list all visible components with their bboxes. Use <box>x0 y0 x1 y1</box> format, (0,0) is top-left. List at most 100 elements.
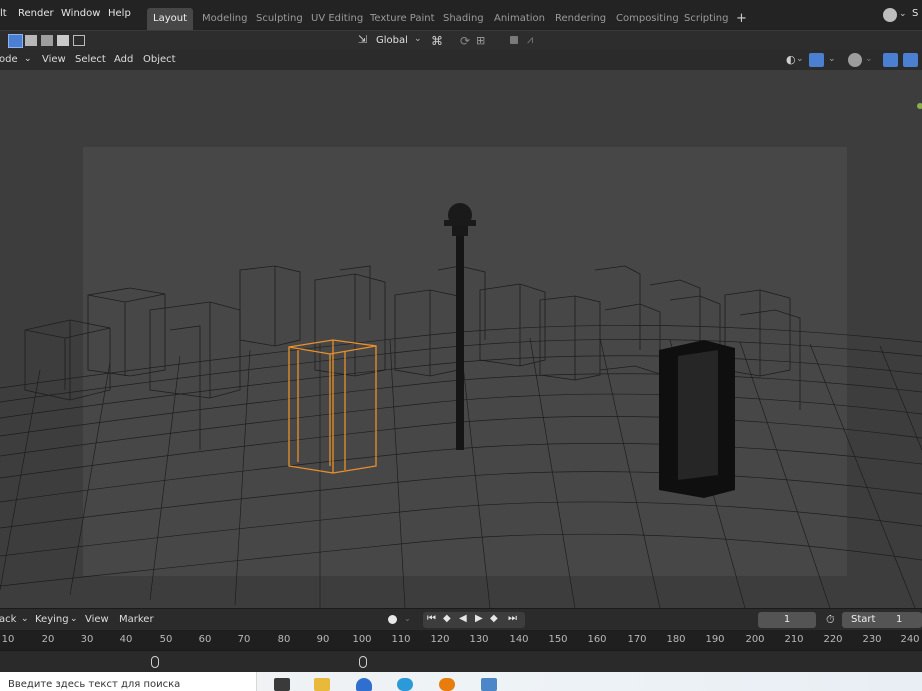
start-frame-value: 1 <box>896 614 903 625</box>
file-explorer-icon[interactable] <box>314 678 330 691</box>
select-mode-subtract-icon[interactable] <box>41 35 53 46</box>
tab-shading[interactable]: Shading <box>437 8 490 30</box>
previous-keyframe-icon[interactable]: ◆ <box>443 613 451 624</box>
photos-icon[interactable] <box>481 678 497 691</box>
start-frame-field[interactable]: Start 1 <box>842 612 922 628</box>
scene-name-partial[interactable]: S <box>912 8 918 19</box>
ruler-tick: 90 <box>316 634 330 645</box>
scene-icon[interactable] <box>883 8 897 22</box>
ruler-tick: 170 <box>627 634 647 645</box>
gizmo-toggle-icon[interactable] <box>809 53 824 67</box>
select-mode-invert-icon[interactable] <box>57 35 69 46</box>
current-frame-field[interactable]: 1 <box>758 612 816 628</box>
chevron-down-icon: ⌄ <box>899 9 907 19</box>
ruler-tick: 240 <box>900 634 920 645</box>
snap-icon[interactable]: ⟳ <box>460 34 470 48</box>
menu-render[interactable]: Render <box>18 8 54 19</box>
tab-texture-paint[interactable]: Texture Paint <box>364 8 441 30</box>
ruler-tick: 50 <box>159 634 173 645</box>
ruler-tick: 200 <box>745 634 765 645</box>
windows-taskbar: Введите здесь текст для поиска <box>0 672 922 691</box>
menu-marker[interactable]: Marker <box>119 614 154 625</box>
snap-target-icon[interactable]: ⊞ <box>476 34 485 47</box>
select-mode-extend-icon[interactable] <box>25 35 37 46</box>
menu-object[interactable]: Object <box>143 54 176 65</box>
xray-toggle-icon[interactable] <box>883 53 898 67</box>
tab-sculpting[interactable]: Sculpting <box>250 8 309 30</box>
pivot-point-icon[interactable]: ⌘ <box>431 34 443 48</box>
top-bar: lt Render Window Help Layout Modeling Sc… <box>0 0 922 34</box>
menu-window[interactable]: Window <box>61 8 100 19</box>
chevron-down-icon: ⌄ <box>796 54 804 64</box>
playback-dropdown[interactable]: ack <box>0 614 16 625</box>
ruler-tick: 210 <box>784 634 804 645</box>
tab-rendering[interactable]: Rendering <box>549 8 612 30</box>
store-icon[interactable] <box>274 678 290 691</box>
tab-animation[interactable]: Animation <box>488 8 551 30</box>
jump-to-end-icon[interactable]: ⏭ <box>508 613 517 624</box>
menu-add[interactable]: Add <box>114 54 133 65</box>
play-reverse-icon[interactable]: ◀ <box>459 613 467 624</box>
tab-modeling[interactable]: Modeling <box>196 8 254 30</box>
tab-scripting[interactable]: Scripting <box>678 8 734 30</box>
menu-help[interactable]: Help <box>108 8 131 19</box>
record-keyframe-icon[interactable] <box>388 615 397 624</box>
ruler-tick: 190 <box>705 634 725 645</box>
mail-icon[interactable] <box>356 678 372 691</box>
visibility-icon[interactable]: ◐ <box>786 53 796 66</box>
timeline-header: ack ⌄ Keying ⌄ View Marker ⌄ ⏮ ◆ ◀ ▶ ◆ ⏭… <box>0 608 922 631</box>
play-icon[interactable]: ▶ <box>475 613 483 624</box>
select-mode-new-icon[interactable] <box>8 34 23 48</box>
transform-orientation-icon: ⇲ <box>358 33 368 46</box>
blender-icon[interactable] <box>439 678 455 691</box>
tab-layout[interactable]: Layout <box>147 8 193 30</box>
transform-orientation-dropdown[interactable]: Global <box>376 35 408 46</box>
next-keyframe-icon[interactable]: ◆ <box>490 613 498 624</box>
menu-view[interactable]: View <box>42 54 66 65</box>
timeline-track[interactable] <box>0 650 922 673</box>
ruler-tick: 40 <box>119 634 133 645</box>
3d-viewport[interactable] <box>0 70 922 608</box>
ruler-tick: 160 <box>587 634 607 645</box>
ruler-tick: 10 <box>1 634 15 645</box>
telegram-icon[interactable] <box>397 678 413 691</box>
menu-edit[interactable]: lt <box>0 8 7 19</box>
tool-settings-bar: ⇲ Global ⌄ ⌘ ⟳ ⊞ ⩘ <box>0 30 922 51</box>
ruler-tick: 150 <box>548 634 568 645</box>
playback-controls: ⏮ ◆ ◀ ▶ ◆ ⏭ <box>423 612 525 628</box>
select-mode-intersect-icon[interactable] <box>73 35 85 46</box>
ruler-tick: 180 <box>666 634 686 645</box>
proportional-editing-icon[interactable] <box>510 36 518 44</box>
ruler-tick: 220 <box>823 634 843 645</box>
add-workspace-button[interactable]: + <box>730 8 753 30</box>
stopwatch-icon[interactable]: ⏱ <box>826 613 835 627</box>
chevron-down-icon: ⌄ <box>24 54 32 64</box>
menu-timeline-view[interactable]: View <box>85 614 109 625</box>
tab-uv-editing[interactable]: UV Editing <box>305 8 369 30</box>
frame-ruler[interactable]: 10 20 30 40 50 60 70 80 90 100 110 120 1… <box>0 630 922 650</box>
taskbar-search-input[interactable]: Введите здесь текст для поиска <box>0 672 257 691</box>
falloff-icon[interactable]: ⩘ <box>527 33 533 47</box>
ruler-tick: 60 <box>198 634 212 645</box>
chevron-down-icon: ⌄ <box>865 54 873 64</box>
ruler-tick: 130 <box>469 634 489 645</box>
mouse-icon <box>359 656 367 668</box>
tab-compositing[interactable]: Compositing <box>610 8 685 30</box>
chevron-down-icon: ⌄ <box>70 614 78 624</box>
navigation-gizmo-axis[interactable] <box>917 103 922 109</box>
ruler-tick: 230 <box>862 634 882 645</box>
wireframe-shading-icon[interactable] <box>903 53 918 67</box>
dense-mesh-object[interactable] <box>659 340 735 498</box>
keying-dropdown[interactable]: Keying <box>35 614 69 625</box>
ruler-tick: 120 <box>430 634 450 645</box>
start-frame-label: Start <box>851 614 876 625</box>
menu-select[interactable]: Select <box>75 54 106 65</box>
ruler-tick: 80 <box>277 634 291 645</box>
ruler-tick: 110 <box>391 634 411 645</box>
mode-dropdown[interactable]: ode <box>0 54 18 65</box>
ruler-tick: 20 <box>41 634 55 645</box>
overlays-icon[interactable] <box>848 53 862 67</box>
jump-to-start-icon[interactable]: ⏮ <box>427 613 436 624</box>
ruler-tick: 70 <box>237 634 251 645</box>
ruler-tick: 140 <box>509 634 529 645</box>
